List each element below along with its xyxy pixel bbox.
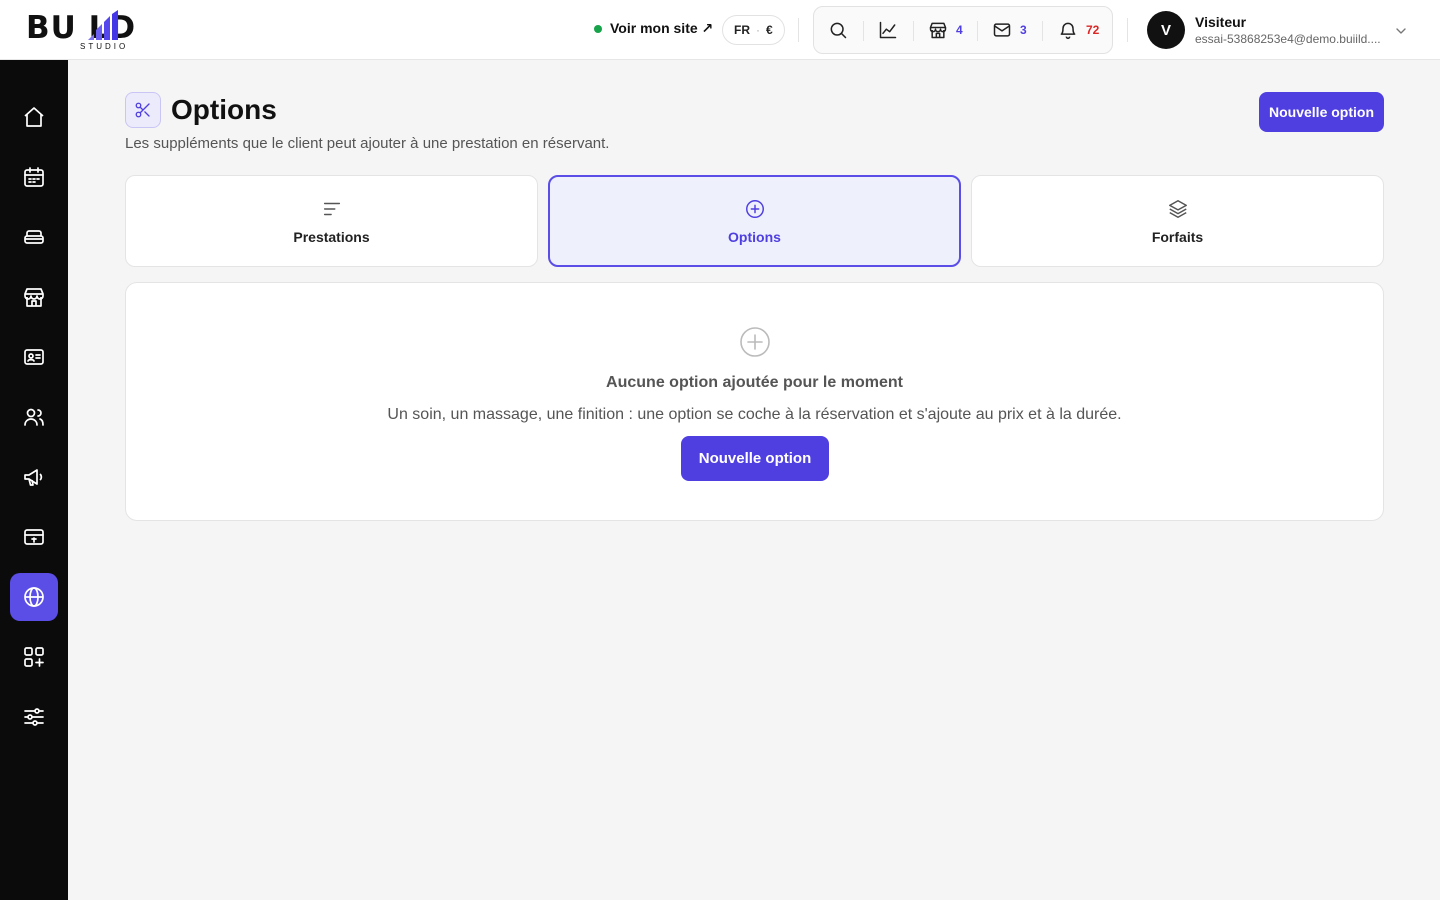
notifications-count: 72 — [1086, 23, 1100, 37]
apps-add-icon — [24, 647, 44, 667]
divider — [863, 21, 864, 41]
tab-options[interactable]: Options — [548, 175, 961, 267]
header-toolbox: 4 3 72 — [813, 6, 1113, 54]
calendar-icon — [24, 167, 44, 187]
new-option-button[interactable]: Nouvelle option — [681, 436, 829, 481]
avatar: V — [1147, 11, 1185, 49]
chevron-down-icon[interactable] — [1393, 23, 1409, 39]
sidebar-item-services[interactable] — [10, 213, 58, 261]
list-icon — [323, 202, 340, 215]
currency-label: € — [766, 23, 773, 37]
brand-bars-icon — [88, 10, 118, 40]
divider — [977, 21, 978, 41]
empty-state-description: Un soin, un massage, une finition : une … — [387, 406, 1122, 423]
sidebar-item-shops[interactable] — [10, 273, 58, 321]
online-status-dot — [594, 24, 602, 33]
sidebar-item-website[interactable] — [10, 573, 58, 621]
store-icon — [24, 288, 44, 307]
page-title: Options — [171, 94, 277, 125]
home-icon — [24, 107, 44, 127]
divider — [1127, 18, 1128, 42]
empty-state-card: Aucune option ajoutée pour le moment Un … — [125, 282, 1384, 521]
layers-icon — [1168, 199, 1187, 218]
search-button[interactable] — [828, 7, 848, 53]
language-label: FR — [734, 23, 750, 37]
empty-state-title: Aucune option ajoutée pour le moment — [606, 374, 903, 391]
shops-count: 4 — [956, 23, 963, 37]
plus-circle-icon — [740, 327, 770, 357]
plus-circle-icon — [745, 199, 764, 218]
language-currency-switch[interactable]: FR · € — [722, 15, 785, 45]
brand-subtitle: STUDIO — [80, 42, 129, 51]
messages-button[interactable]: 3 — [992, 7, 1027, 53]
contact-card-icon — [24, 349, 44, 365]
view-site-label: Voir mon site ↗ — [610, 20, 714, 36]
sidebar-item-marketing[interactable] — [10, 453, 58, 501]
sidebar-item-apps[interactable] — [10, 633, 58, 681]
store-icon — [929, 22, 947, 39]
sidebar — [0, 60, 68, 900]
bell-icon — [1060, 22, 1076, 40]
chart-line-icon — [879, 21, 897, 39]
tab-prestations[interactable]: Prestations — [125, 175, 538, 267]
view-site-link[interactable]: Voir mon site ↗ — [594, 20, 713, 37]
wallet-icon — [24, 529, 44, 545]
megaphone-icon — [24, 469, 43, 486]
brand-logo[interactable]: BU LD STUDIO — [26, 8, 182, 52]
sidebar-item-calendar[interactable] — [10, 153, 58, 201]
tab-label: Forfaits — [1151, 228, 1204, 245]
sidebar-item-settings[interactable] — [10, 693, 58, 741]
divider — [1042, 21, 1043, 41]
user-info: Visiteur essai-53868253e4@demo.buiild...… — [1195, 14, 1391, 47]
sidebar-item-payments[interactable] — [10, 513, 58, 561]
divider — [913, 21, 914, 41]
page-subtitle: Les suppléments que le client peut ajout… — [125, 135, 610, 152]
shops-button[interactable]: 4 — [928, 7, 963, 53]
tab-forfaits[interactable]: Forfaits — [971, 175, 1384, 267]
stack-icon — [24, 230, 44, 244]
scissors-icon — [135, 102, 150, 118]
separator-dot: · — [756, 23, 760, 37]
sidebar-item-clients[interactable] — [10, 393, 58, 441]
tab-label: Prestations — [293, 228, 370, 245]
tab-label: Options — [728, 228, 781, 245]
user-email: essai-53868253e4@demo.buiild.... — [1195, 31, 1381, 46]
user-menu[interactable]: V Visiteur essai-53868253e4@demo.buiild.… — [1147, 11, 1391, 49]
analytics-button[interactable] — [878, 7, 898, 53]
sidebar-item-contacts[interactable] — [10, 333, 58, 381]
new-option-button[interactable]: Nouvelle option — [1259, 92, 1384, 132]
sidebar-item-home[interactable] — [10, 93, 58, 141]
messages-count: 3 — [1020, 23, 1027, 37]
globe-icon — [24, 587, 44, 607]
sliders-icon — [24, 708, 44, 726]
top-bar: BU LD STUDIO Voir mon site ↗ FR · € 4 3 … — [0, 0, 1440, 60]
notifications-button[interactable]: 72 — [1058, 7, 1099, 53]
divider — [798, 18, 799, 42]
users-icon — [24, 408, 44, 426]
search-icon — [830, 22, 847, 39]
mail-icon — [993, 23, 1011, 37]
page-title-badge — [125, 92, 161, 128]
user-name: Visiteur — [1195, 13, 1247, 30]
